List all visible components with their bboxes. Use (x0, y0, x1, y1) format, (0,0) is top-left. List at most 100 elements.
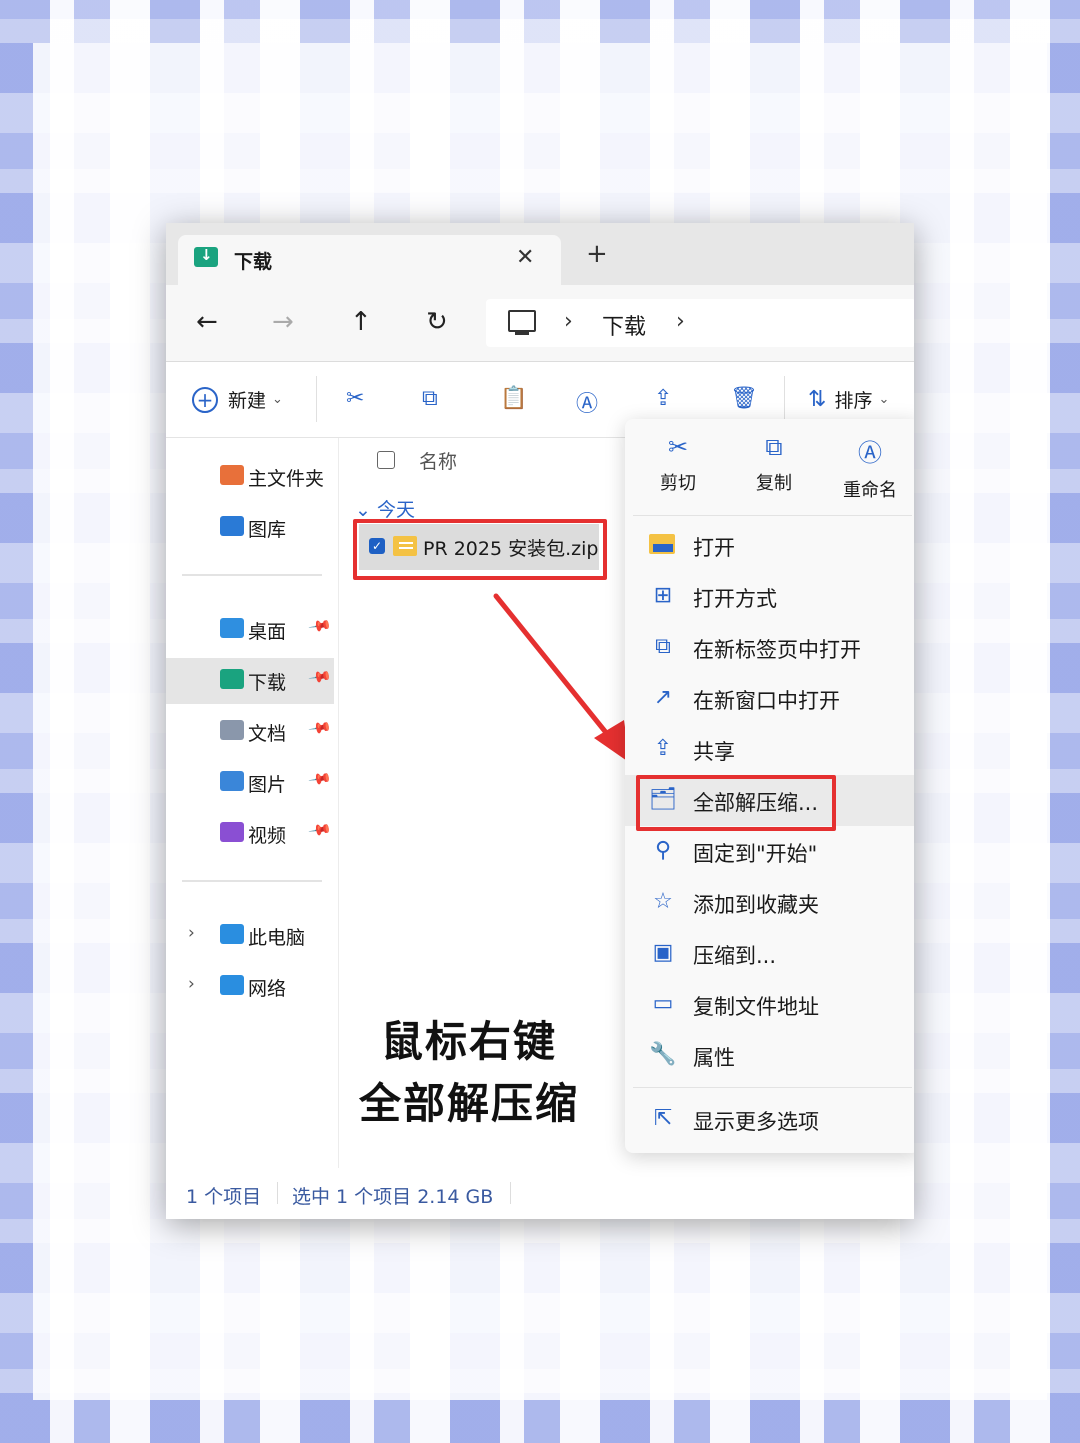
menu-item-compress-to[interactable]: ▣ 压缩到... (625, 928, 914, 979)
sidebar-item-label: 网络 (248, 978, 287, 1000)
sidebar-item-label: 桌面 (248, 621, 287, 643)
sidebar-item-this-pc[interactable]: › 此电脑 (166, 913, 334, 959)
paste-button[interactable]: 📋 (500, 386, 527, 411)
breadcrumb-downloads[interactable]: 下载 (602, 309, 646, 341)
tab-downloads[interactable]: 下载 ✕ (178, 235, 561, 285)
menu-item-label: 在新标签页中打开 (693, 638, 861, 662)
forward-button[interactable]: → (272, 307, 294, 337)
title-bar: 下载 ✕ + (166, 223, 914, 285)
navigation-bar: ← → ↑ ↻ › 下载 › (166, 285, 914, 361)
menu-item-label: 添加到收藏夹 (693, 893, 819, 917)
sidebar-item-desktop[interactable]: 桌面 📌 (166, 607, 334, 653)
context-cut-button[interactable]: ✂ 剪切 (633, 433, 723, 495)
compress-icon: ▣ (652, 940, 674, 965)
menu-item-pin-to-start[interactable]: ⚲ 固定到"开始" (625, 826, 914, 877)
menu-item-label: 固定到"开始" (693, 842, 818, 866)
menu-item-label: 打开方式 (693, 587, 777, 611)
annotation-arrow (493, 593, 630, 763)
this-pc-icon (220, 924, 244, 944)
copy-button[interactable]: ⧉ (422, 386, 438, 411)
menu-item-share[interactable]: ⇪ 共享 (625, 724, 914, 775)
open-with-icon: ⊞ (653, 583, 673, 608)
menu-item-add-favorites[interactable]: ☆ 添加到收藏夹 (625, 877, 914, 928)
caption-line-1: 鼠标右键 (380, 1017, 557, 1066)
rename-button[interactable]: Ⓐ (576, 386, 598, 418)
documents-folder-icon (220, 720, 244, 740)
sidebar-item-label: 图片 (248, 774, 287, 796)
status-separator (277, 1182, 278, 1204)
menu-item-label: 共享 (693, 740, 735, 764)
pictures-folder-icon (220, 771, 244, 791)
sidebar-item-videos[interactable]: 视频 📌 (166, 811, 334, 857)
up-button[interactable]: ↑ (350, 307, 372, 337)
sidebar-item-documents[interactable]: 文档 📌 (166, 709, 334, 755)
pin-icon[interactable]: 📌 (308, 613, 334, 638)
new-tab-icon: ⧉ (655, 634, 671, 659)
desktop-folder-icon (220, 618, 244, 638)
downloads-folder-icon (220, 669, 244, 689)
chevron-right-icon[interactable]: › (188, 974, 195, 994)
sidebar-item-downloads[interactable]: 下载 📌 (166, 658, 334, 704)
select-all-checkbox[interactable] (377, 451, 395, 469)
new-tab-button[interactable]: + (586, 239, 608, 269)
sidebar-item-label: 主文件夹 (248, 468, 325, 490)
menu-item-label: 显示更多选项 (693, 1110, 819, 1134)
menu-item-label: 在新窗口中打开 (693, 689, 840, 713)
menu-item-open[interactable]: 打开 (625, 520, 914, 571)
sidebar-item-label: 视频 (248, 825, 287, 847)
network-icon (220, 975, 244, 995)
sidebar-item-label: 下载 (248, 672, 287, 694)
toolbar-separator (316, 376, 317, 422)
context-copy-button[interactable]: ⧉ 复制 (729, 433, 819, 495)
address-bar[interactable]: › 下载 › (486, 299, 914, 347)
highlight-box (636, 775, 836, 831)
sidebar-divider (182, 574, 322, 576)
menu-separator (633, 1087, 912, 1088)
close-tab-button[interactable]: ✕ (516, 245, 534, 270)
breadcrumb-chevron-icon[interactable]: › (564, 309, 573, 334)
column-header-name[interactable]: 名称 (419, 447, 457, 474)
chevron-down-icon: ⌄ (272, 392, 283, 407)
home-icon (220, 465, 244, 485)
sidebar-item-pictures[interactable]: 图片 📌 (166, 760, 334, 806)
chevron-down-icon: ⌄ (878, 392, 890, 407)
new-window-icon: ↗ (653, 685, 673, 710)
menu-item-open-new-window[interactable]: ↗ 在新窗口中打开 (625, 673, 914, 724)
menu-item-open-with[interactable]: ⊞ 打开方式 (625, 571, 914, 622)
highlight-box (353, 519, 607, 580)
sidebar-item-gallery[interactable]: 图库 (166, 505, 334, 551)
menu-item-copy-path[interactable]: ▭ 复制文件地址 (625, 979, 914, 1030)
group-header-today[interactable]: ⌄ 今天 (355, 495, 415, 522)
gallery-icon (220, 516, 244, 536)
plus-icon: + (192, 386, 218, 413)
context-rename-button[interactable]: Ⓐ 重命名 (825, 433, 914, 502)
sort-button[interactable]: ⇅ 排序 ⌄ (808, 386, 889, 413)
cut-button[interactable]: ✂ (346, 386, 364, 411)
pin-icon: ⚲ (654, 838, 672, 863)
back-button[interactable]: ← (196, 307, 218, 337)
status-separator (510, 1182, 511, 1204)
cut-icon: ✂ (667, 433, 689, 461)
context-rename-label: 重命名 (843, 480, 897, 501)
context-copy-label: 复制 (756, 473, 792, 494)
menu-item-show-more[interactable]: ⇱ 显示更多选项 (625, 1094, 914, 1145)
breadcrumb-chevron-icon[interactable]: › (676, 309, 685, 334)
menu-item-open-new-tab[interactable]: ⧉ 在新标签页中打开 (625, 622, 914, 673)
sidebar-item-home[interactable]: 主文件夹 (166, 454, 334, 500)
sidebar-item-label: 此电脑 (248, 927, 306, 949)
new-button[interactable]: + 新建 ⌄ (192, 386, 283, 413)
delete-button[interactable]: 🗑 (730, 386, 758, 411)
share-button[interactable]: ⇪ (654, 386, 672, 411)
pin-icon[interactable]: 📌 (308, 664, 334, 689)
refresh-button[interactable]: ↻ (426, 307, 448, 337)
sidebar-item-network[interactable]: › 网络 (166, 964, 334, 1010)
pin-icon[interactable]: 📌 (308, 817, 334, 842)
wrench-icon: 🔧 (649, 1042, 677, 1067)
menu-item-label: 打开 (693, 536, 735, 560)
context-quick-actions: ✂ 剪切 ⧉ 复制 Ⓐ 重命名 (625, 419, 914, 515)
navigation-pane: 主文件夹 图库 桌面 📌 下载 📌 文档 📌 图片 📌 视频 📌 › 此电脑 ›… (166, 438, 339, 1168)
menu-item-properties[interactable]: 🔧 属性 (625, 1030, 914, 1081)
chevron-right-icon[interactable]: › (188, 923, 195, 943)
pin-icon[interactable]: 📌 (308, 766, 334, 791)
pin-icon[interactable]: 📌 (308, 715, 334, 740)
